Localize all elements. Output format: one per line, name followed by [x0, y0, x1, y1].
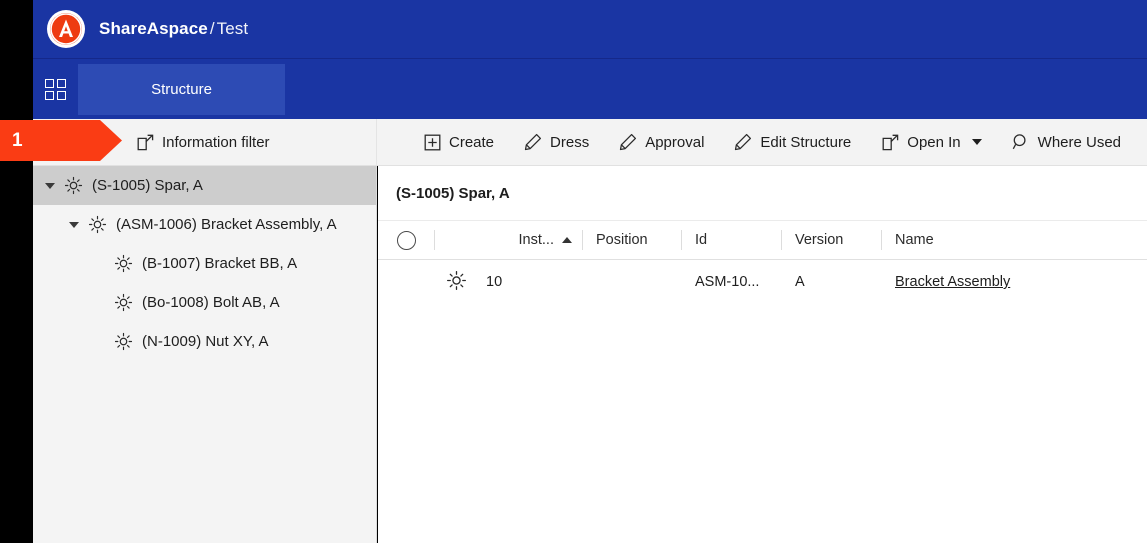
grid-column-instance-label: Inst...	[518, 232, 554, 248]
pencil-icon	[734, 133, 752, 151]
edit-structure-button[interactable]: Edit Structure	[734, 119, 851, 165]
tree-item-label: (Bo-1008) Bolt AB, A	[142, 294, 280, 311]
chevron-down-icon[interactable]	[45, 182, 55, 189]
grid-column-instance[interactable]: Inst...	[434, 221, 582, 259]
table-row[interactable]: 10 ASM-10... A Bracket Assembly	[378, 260, 1147, 304]
row-name-link[interactable]: Bracket Assembly	[895, 274, 1010, 290]
where-used-button[interactable]: Where Used	[1012, 119, 1121, 165]
row-type-cell	[434, 270, 478, 295]
grid-apps-icon	[45, 78, 66, 100]
grid-select-all-header	[378, 221, 434, 259]
gear-icon	[113, 254, 133, 274]
tree-item-label: (N-1009) Nut XY, A	[142, 333, 269, 350]
tree-item-bo-1008[interactable]: (Bo-1008) Bolt AB, A	[33, 283, 376, 322]
grid-column-id[interactable]: Id	[681, 221, 781, 259]
shareaspace-logo-icon	[47, 10, 85, 48]
page-title: (S-1005) Spar, A	[396, 184, 510, 202]
chevron-down-icon	[971, 139, 982, 145]
gear-icon	[446, 270, 467, 295]
select-all-circle-icon[interactable]	[396, 230, 416, 250]
row-instance-cell: 10	[486, 274, 503, 290]
create-button[interactable]: Create	[423, 119, 494, 165]
brand-product-name: ShareAspace	[99, 19, 208, 38]
plus-box-icon	[423, 133, 441, 151]
brand-workspace-name: Test	[216, 19, 249, 38]
pencil-icon	[524, 133, 542, 151]
grid-column-name-label: Name	[895, 232, 934, 248]
open-in-label: Open In	[907, 133, 961, 151]
gear-icon	[63, 176, 83, 196]
tree-item-label: (ASM-1006) Bracket Assembly, A	[116, 216, 337, 233]
edit-structure-label: Edit Structure	[760, 133, 852, 151]
row-version-cell: A	[795, 274, 805, 290]
application-window: ShareAspace / Test Structure Information…	[0, 0, 1147, 543]
tree-item-asm-1006[interactable]: (ASM-1006) Bracket Assembly, A	[33, 205, 376, 244]
tree-item-label: (S-1005) Spar, A	[92, 177, 203, 194]
grid-column-id-label: Id	[695, 232, 708, 248]
row-name-cell: Bracket Assembly	[881, 274, 1147, 290]
tree-item-s-1005[interactable]: (S-1005) Spar, A	[33, 166, 376, 205]
grid-column-name[interactable]: Name	[881, 221, 1147, 259]
gear-icon	[113, 293, 133, 313]
toolbar-row: Information filter Create Dress Approval…	[33, 119, 1147, 166]
main-toolbar: Create Dress Approval Edit Structure Ope…	[378, 119, 1147, 165]
sort-ascending-icon	[562, 237, 572, 243]
grid-column-position[interactable]: Position	[582, 221, 681, 259]
pencil-icon	[619, 133, 637, 151]
external-link-icon	[136, 133, 154, 151]
tab-structure[interactable]: Structure	[78, 64, 285, 115]
dress-label: Dress	[550, 133, 590, 151]
app-launcher-button[interactable]	[33, 59, 78, 119]
tree-item-b-1007[interactable]: (B-1007) Bracket BB, A	[33, 244, 376, 283]
approval-label: Approval	[645, 133, 705, 151]
tree-item-n-1009[interactable]: (N-1009) Nut XY, A	[33, 322, 376, 361]
left-black-gutter	[0, 0, 33, 543]
grid-header-row: Inst... Position Id Version Name	[378, 220, 1147, 260]
information-filter-label: Information filter	[162, 133, 270, 151]
callout-number: 1	[12, 129, 23, 151]
callout-marker-1: 1	[0, 120, 123, 161]
dress-button[interactable]: Dress	[524, 119, 589, 165]
grid-column-version-label: Version	[795, 232, 844, 248]
tree-item-label: (B-1007) Bracket BB, A	[142, 255, 298, 272]
gear-icon	[113, 332, 133, 352]
open-in-button[interactable]: Open In	[881, 119, 982, 165]
structure-tree-panel: (S-1005) Spar, A (ASM-1006) Bracket Asse…	[33, 166, 377, 543]
row-id-cell: ASM-10...	[695, 274, 760, 290]
main-content-panel: (S-1005) Spar, A Inst... Position Id Ver…	[378, 166, 1147, 543]
information-filter-button[interactable]: Information filter	[136, 119, 270, 165]
navigation-bar: Structure	[33, 58, 1147, 119]
external-link-icon	[881, 133, 899, 151]
create-label: Create	[449, 133, 495, 151]
brand-title: ShareAspace / Test	[99, 19, 248, 39]
brand-separator: /	[209, 19, 215, 38]
app-header: ShareAspace / Test	[33, 0, 1147, 58]
grid-column-version[interactable]: Version	[781, 221, 881, 259]
search-icon	[1012, 133, 1030, 151]
grid-column-position-label: Position	[596, 232, 648, 248]
chevron-down-icon[interactable]	[69, 221, 79, 228]
gear-icon	[87, 215, 107, 235]
tab-structure-label: Structure	[151, 81, 212, 98]
approval-button[interactable]: Approval	[619, 119, 704, 165]
where-used-label: Where Used	[1037, 133, 1122, 151]
